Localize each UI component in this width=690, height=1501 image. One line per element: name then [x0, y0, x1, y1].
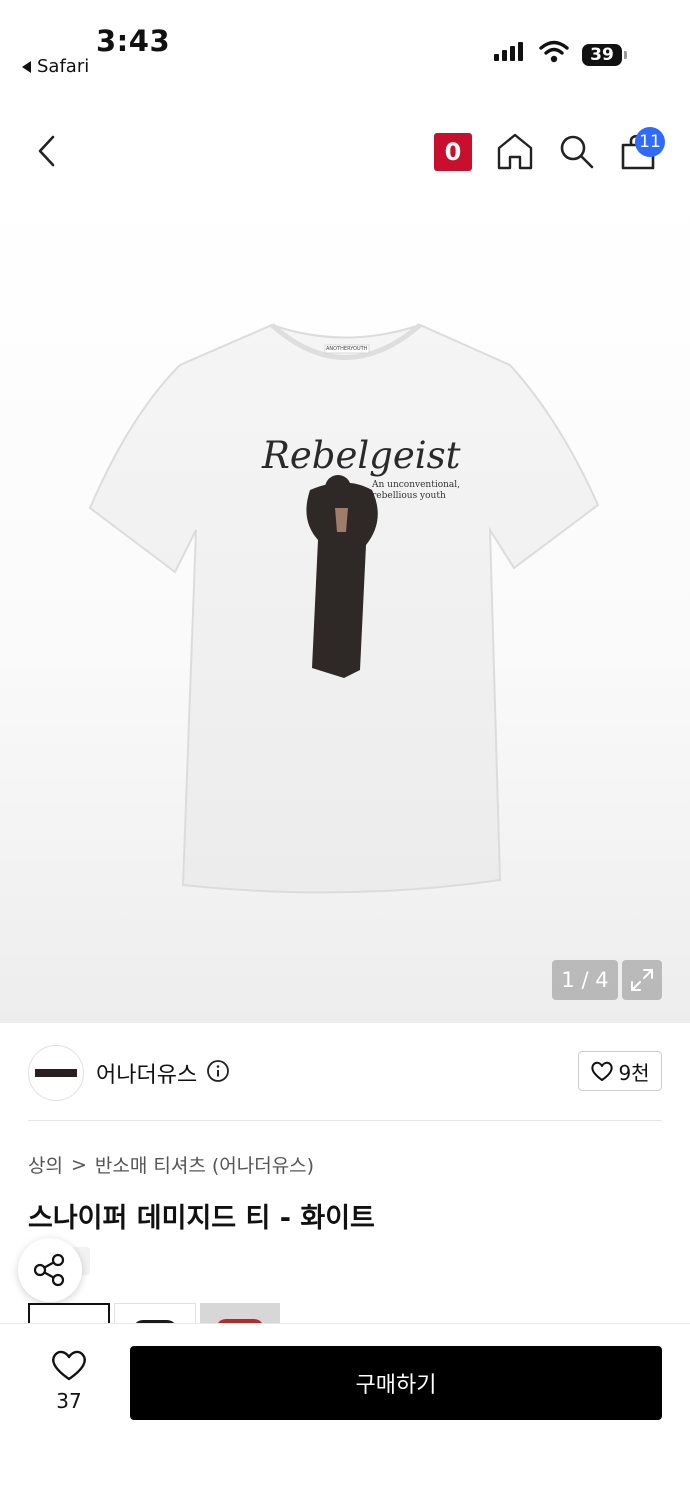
share-button[interactable]: [18, 1238, 82, 1302]
back-to-safari[interactable]: Safari: [22, 56, 89, 77]
print-subtitle: An unconventional, rebellious youth: [372, 480, 460, 502]
product-title: 스나이퍼 데미지드 티 - 화이트: [28, 1203, 375, 1234]
divider: [28, 1120, 662, 1121]
share-icon: [33, 1253, 65, 1287]
cellular-signal-icon: [494, 42, 523, 61]
heart-icon[interactable]: [46, 1348, 92, 1382]
breadcrumb-level-2[interactable]: 반소매 티셔츠 (어나더유스): [95, 1151, 314, 1178]
breadcrumb-separator: >: [70, 1153, 87, 1176]
buy-button[interactable]: 구매하기: [130, 1346, 662, 1420]
tshirt-illustration: [88, 323, 600, 894]
heart-outline-icon: [591, 1061, 614, 1081]
product-image[interactable]: Rebelgeist An unconventional, rebellious…: [0, 190, 690, 1023]
back-arrow-icon[interactable]: [36, 134, 58, 168]
home-icon[interactable]: [496, 132, 534, 170]
battery-level: 39: [582, 44, 622, 66]
brand-name[interactable]: 어나더유스: [96, 1057, 197, 1089]
print-subtitle-line-1: An unconventional,: [372, 480, 461, 490]
like-count: 37: [56, 1389, 82, 1413]
neck-label: ANOTHERYOUTH: [326, 346, 368, 352]
cart-count-badge: 11: [635, 127, 665, 157]
brand-like-count: 9천: [618, 1060, 650, 1085]
breadcrumb: 상의 > 반소매 티셔츠 (어나더유스): [28, 1151, 314, 1178]
brand-logo[interactable]: [28, 1045, 84, 1101]
search-icon[interactable]: [558, 133, 596, 171]
expand-image-button[interactable]: [622, 960, 662, 1000]
back-triangle-icon: [22, 60, 31, 73]
breadcrumb-level-1[interactable]: 상의: [28, 1151, 63, 1178]
expand-icon: [631, 969, 653, 991]
red-zero-badge[interactable]: 0: [434, 133, 472, 171]
status-time: 3:43: [96, 24, 171, 58]
image-page-indicator: 1 / 4: [552, 960, 618, 1000]
brand-like-button[interactable]: 9천: [578, 1051, 662, 1091]
battery-tip: [624, 51, 627, 59]
info-icon[interactable]: [206, 1059, 230, 1083]
brand-logo-mark: [35, 1069, 77, 1077]
print-subtitle-line-2: rebellious youth: [372, 491, 446, 501]
wifi-icon: [539, 40, 569, 63]
print-title: Rebelgeist: [262, 434, 461, 477]
back-app-label: Safari: [37, 56, 90, 77]
